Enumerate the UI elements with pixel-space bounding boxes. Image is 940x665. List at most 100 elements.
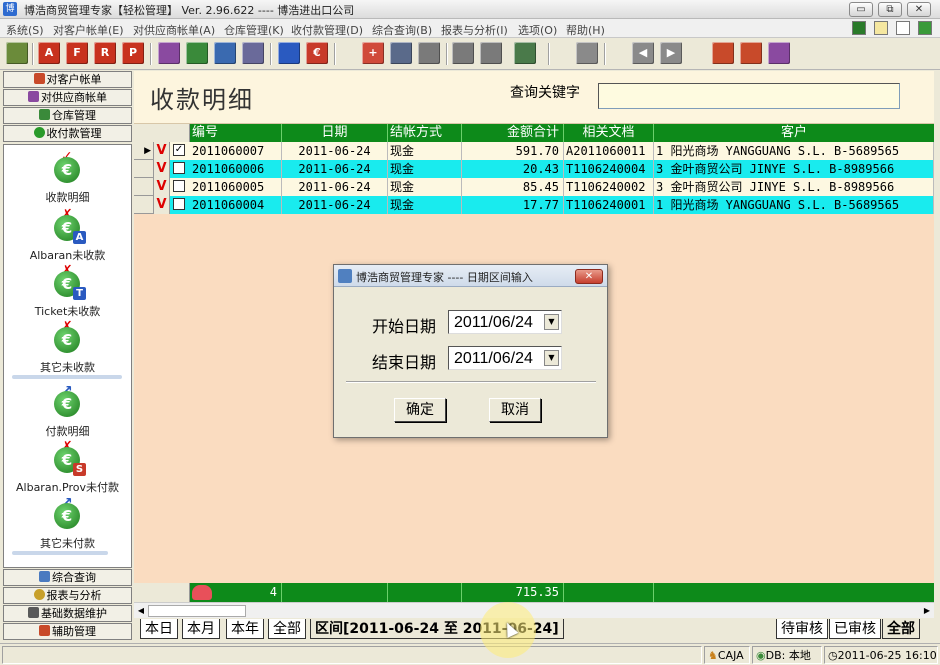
menu-query[interactable]: 综合查询(B) bbox=[372, 22, 432, 38]
sidebar-item-other-unpaid[interactable]: ✗ € 其它未收款 bbox=[4, 319, 131, 379]
cell-id: 2011060005 bbox=[190, 178, 282, 196]
search-label: 查询关键字 bbox=[510, 85, 580, 101]
col-header-doc[interactable]: 相关文档 bbox=[564, 124, 654, 142]
menu-customer-bills[interactable]: 对客户帐单(E) bbox=[53, 22, 124, 38]
col-header-customer[interactable]: 客户 bbox=[654, 124, 934, 142]
menu-system[interactable]: 系统(S) bbox=[6, 22, 44, 38]
purchase-2-icon[interactable] bbox=[186, 42, 208, 64]
dialog-close-button[interactable]: ✕ bbox=[575, 269, 603, 284]
edit-doc-icon[interactable] bbox=[390, 42, 412, 64]
tab-all[interactable]: 全部 bbox=[268, 619, 306, 639]
horizontal-scrollbar[interactable]: ◀ ▶ bbox=[134, 602, 934, 618]
menu-payments[interactable]: 收付款管理(D) bbox=[291, 22, 363, 38]
col-header-amount[interactable]: 金额合计 bbox=[462, 124, 564, 142]
scroll-right-icon[interactable]: ▶ bbox=[920, 604, 934, 618]
invoice-a-icon[interactable]: A bbox=[38, 42, 60, 64]
menu-reports[interactable]: 报表与分析(I) bbox=[441, 22, 508, 38]
back-icon[interactable]: ◀ bbox=[632, 42, 654, 64]
minimize-button[interactable]: ▭ bbox=[849, 2, 873, 17]
page-title: 收款明细 bbox=[150, 86, 254, 114]
sidebar-tab-query[interactable]: 综合查询 bbox=[3, 569, 132, 586]
purchase-4-icon[interactable] bbox=[242, 42, 264, 64]
col-header-id[interactable]: 编号 bbox=[190, 124, 282, 142]
transfer-icon[interactable] bbox=[278, 42, 300, 64]
search-input[interactable] bbox=[598, 83, 900, 109]
col-header-date[interactable]: 日期 bbox=[282, 124, 388, 142]
table-row[interactable]: V 2011060005 2011-06-24 现金 85.45 T1106240002 3… bbox=[134, 178, 934, 196]
invoice-p-icon[interactable]: P bbox=[122, 42, 144, 64]
sidebar-tab-supplier-bills[interactable]: 对供应商帐单 bbox=[3, 89, 132, 106]
purchase-3-icon[interactable] bbox=[214, 42, 236, 64]
scroll-thumb[interactable] bbox=[148, 605, 246, 617]
invoice-f-icon[interactable]: F bbox=[66, 42, 88, 64]
ok-button[interactable]: 确定 bbox=[394, 398, 446, 422]
tab-pending-review[interactable]: 待审核 bbox=[776, 619, 828, 639]
tools-icon[interactable] bbox=[896, 21, 910, 35]
row-checkbox[interactable]: ✓ bbox=[173, 144, 185, 156]
config-icon[interactable] bbox=[768, 42, 790, 64]
restore-button[interactable]: ⧉ bbox=[878, 2, 902, 17]
row-selector[interactable] bbox=[134, 160, 154, 178]
sidebar: 对客户帐单 对供应商帐单 仓库管理 收付款管理 ✓ € 收款明细 ✗ €A Al… bbox=[3, 71, 132, 641]
users-icon[interactable] bbox=[6, 42, 28, 64]
settings-gear-icon[interactable] bbox=[712, 42, 734, 64]
cancel-button[interactable]: 取消 bbox=[489, 398, 541, 422]
scroll-left-icon[interactable]: ◀ bbox=[134, 604, 148, 618]
sidebar-tab-aux[interactable]: 辅助管理 bbox=[3, 623, 132, 640]
sidebar-tab-base-data[interactable]: 基础数据维护 bbox=[3, 605, 132, 622]
sidebar-item-payment-details[interactable]: ↗ € 付款明细 bbox=[4, 383, 131, 443]
exit-icon[interactable] bbox=[918, 21, 932, 35]
tools-wrench-icon[interactable] bbox=[514, 42, 536, 64]
current-row-indicator-icon[interactable]: ▶ bbox=[134, 142, 154, 160]
table-row[interactable]: V 2011060004 2011-06-24 现金 17.77 T1106240001 1… bbox=[134, 196, 934, 214]
print-icon[interactable] bbox=[480, 42, 502, 64]
query-icon bbox=[39, 571, 50, 582]
sidebar-tab-warehouse[interactable]: 仓库管理 bbox=[3, 107, 132, 124]
sidebar-item-ticket-unpaid[interactable]: ✗ €T Ticket未收款 bbox=[4, 263, 131, 323]
forward-icon[interactable]: ▶ bbox=[660, 42, 682, 64]
tab-all-status[interactable]: 全部 bbox=[882, 619, 920, 639]
sidebar-tab-customer-bills[interactable]: 对客户帐单 bbox=[3, 71, 132, 88]
tab-this-year[interactable]: 本年 bbox=[226, 619, 264, 639]
sidebar-tab-payments[interactable]: 收付款管理 bbox=[3, 125, 132, 142]
chevron-down-icon[interactable]: ▼ bbox=[544, 350, 559, 366]
purchase-1-icon[interactable] bbox=[158, 42, 180, 64]
invoice-r-icon[interactable]: R bbox=[94, 42, 116, 64]
menu-supplier-bills[interactable]: 对供应商帐单(A) bbox=[133, 22, 215, 38]
tab-reviewed[interactable]: 已审核 bbox=[829, 619, 881, 639]
sidebar-item-other-unpaid-supplier[interactable]: ↗ € 其它未付款 bbox=[4, 495, 131, 555]
cell-doc: T1106240004 bbox=[564, 160, 654, 178]
user-gear-icon[interactable] bbox=[740, 42, 762, 64]
menu-options[interactable]: 选项(O) bbox=[518, 22, 557, 38]
book-icon[interactable] bbox=[852, 21, 866, 35]
row-selector[interactable] bbox=[134, 178, 154, 196]
title-bar: 博 博浩商贸管理专家【轻松管理】 Ver. 2.96.622 ---- 博浩进出… bbox=[0, 0, 940, 19]
row-checkbox[interactable] bbox=[173, 180, 185, 192]
row-checkbox[interactable] bbox=[173, 198, 185, 210]
start-date-picker[interactable]: 2011/06/24 ▼ bbox=[448, 310, 562, 334]
end-date-picker[interactable]: 2011/06/24 ▼ bbox=[448, 346, 562, 370]
cell-id: 2011060004 bbox=[190, 196, 282, 214]
close-window-button[interactable]: ✕ bbox=[907, 2, 931, 17]
calendar-icon[interactable] bbox=[576, 42, 598, 64]
chevron-down-icon[interactable]: ▼ bbox=[544, 314, 559, 330]
sidebar-item-albaran-prov-unpaid[interactable]: ✗ €S Albaran.Prov未付款 bbox=[4, 439, 131, 499]
tab-this-month[interactable]: 本月 bbox=[182, 619, 220, 639]
col-header-method[interactable]: 结帐方式 bbox=[388, 124, 462, 142]
copy-icon[interactable] bbox=[452, 42, 474, 64]
sidebar-item-receipt-details[interactable]: ✓ € 收款明细 bbox=[4, 149, 131, 209]
table-row[interactable]: V 2011060006 2011-06-24 现金 20.43 T1106240004 3… bbox=[134, 160, 934, 178]
row-selector[interactable] bbox=[134, 196, 154, 214]
sidebar-tab-reports[interactable]: 报表与分析 bbox=[3, 587, 132, 604]
doc-icon[interactable] bbox=[418, 42, 440, 64]
note-icon[interactable] bbox=[874, 21, 888, 35]
tab-today[interactable]: 本日 bbox=[140, 619, 178, 639]
main-header: 收款明细 查询关键字 bbox=[134, 71, 934, 124]
menu-help[interactable]: 帮助(H) bbox=[566, 22, 605, 38]
add-doc-icon[interactable]: + bbox=[362, 42, 384, 64]
menu-warehouse[interactable]: 仓库管理(K) bbox=[224, 22, 284, 38]
sidebar-item-albaran-unpaid[interactable]: ✗ €A Albaran未收款 bbox=[4, 207, 131, 267]
table-row[interactable]: ▶ V ✓ 2011060007 2011-06-24 现金 591.70 A20110600… bbox=[134, 142, 934, 160]
row-checkbox[interactable] bbox=[173, 162, 185, 174]
euro-icon[interactable]: € bbox=[306, 42, 328, 64]
